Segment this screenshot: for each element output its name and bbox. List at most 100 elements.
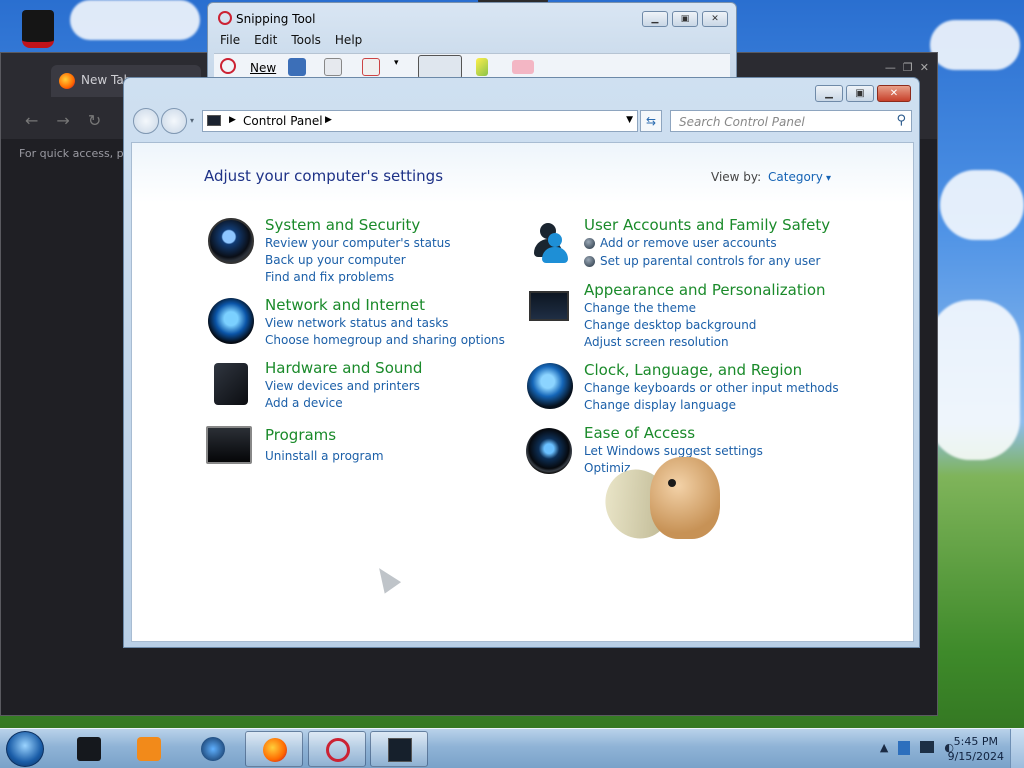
- start-button[interactable]: [6, 731, 44, 767]
- copy-icon[interactable]: [324, 58, 342, 76]
- save-icon[interactable]: [288, 58, 306, 76]
- view-by-dropdown[interactable]: Category: [768, 170, 831, 184]
- category-title[interactable]: Hardware and Sound: [265, 359, 422, 378]
- category-link[interactable]: Add a device: [265, 395, 422, 412]
- breadcrumb-control-panel[interactable]: Control Panel: [243, 114, 323, 128]
- recent-pages-dropdown[interactable]: ▾: [190, 116, 194, 125]
- taskbar-firefox[interactable]: [245, 731, 303, 767]
- clock-globe-icon[interactable]: [527, 363, 573, 409]
- firefox-icon: [263, 738, 287, 762]
- hamster-desktop-pet[interactable]: [594, 455, 724, 550]
- show-desktop-button[interactable]: [1010, 729, 1024, 768]
- hardware-sound-icon[interactable]: [214, 363, 248, 405]
- recycle-bin-icon[interactable]: [18, 6, 58, 52]
- search-input[interactable]: Search Control Panel ⚲: [670, 110, 912, 132]
- category-link[interactable]: Change display language: [584, 397, 839, 414]
- eraser-icon[interactable]: [512, 60, 534, 74]
- forward-button[interactable]: [161, 108, 187, 134]
- breadcrumb-chevron-icon[interactable]: ▶: [325, 115, 332, 125]
- category-system-security: System and Security Review your computer…: [265, 216, 451, 286]
- category-link[interactable]: Change the theme: [584, 300, 826, 317]
- search-placeholder: Search Control Panel: [679, 115, 805, 129]
- programs-icon[interactable]: [206, 426, 252, 464]
- minimize-button[interactable]: ▁: [642, 11, 668, 27]
- back-button[interactable]: [133, 108, 159, 134]
- menu-edit[interactable]: Edit: [254, 33, 277, 51]
- category-link[interactable]: View devices and printers: [265, 378, 422, 395]
- taskbar-control-panel[interactable]: [370, 731, 428, 767]
- refresh-button[interactable]: ⇆: [640, 110, 662, 132]
- category-title[interactable]: System and Security: [265, 216, 451, 235]
- menu-tools[interactable]: Tools: [291, 33, 321, 51]
- category-title[interactable]: User Accounts and Family Safety: [584, 216, 830, 235]
- chevron-down-icon[interactable]: ▾: [394, 58, 412, 76]
- category-link[interactable]: Set up parental controls for any user: [584, 253, 830, 270]
- scissors-icon[interactable]: [220, 58, 236, 74]
- control-panel-content: Adjust your computer's settings View by:…: [131, 142, 914, 642]
- category-link[interactable]: Back up your computer: [265, 252, 451, 269]
- page-title: Adjust your computer's settings: [204, 167, 444, 185]
- category-title[interactable]: Network and Internet: [265, 296, 505, 315]
- globe-icon: [201, 737, 225, 761]
- category-link[interactable]: Change desktop background: [584, 317, 826, 334]
- system-security-icon[interactable]: [208, 218, 254, 264]
- maximize-button[interactable]: ▣: [846, 85, 874, 102]
- category-link[interactable]: Find and fix problems: [265, 269, 451, 286]
- pen-icon[interactable]: [418, 55, 462, 79]
- category-link[interactable]: Add or remove user accounts: [584, 235, 830, 252]
- category-link[interactable]: View network status and tasks: [265, 315, 505, 332]
- view-by-label: View by:: [711, 170, 762, 184]
- maximize-button[interactable]: ▣: [672, 11, 698, 27]
- taskbar-explorer[interactable]: [60, 731, 118, 767]
- chevron-up-icon[interactable]: ▲: [880, 741, 888, 755]
- hamster-eye: [668, 479, 676, 487]
- hamster-body: [650, 457, 720, 539]
- taskbar-globe-app[interactable]: [184, 731, 242, 767]
- control-panel-window: ▁ ▣ ✕ ▾ ▶ Control Panel ▶ ▼ ⇆ Search Con…: [123, 77, 920, 648]
- close-button[interactable]: ✕: [702, 11, 728, 27]
- highlighter-icon[interactable]: [476, 58, 488, 76]
- browser-window-controls[interactable]: — ❐ ✕: [885, 61, 929, 74]
- window-controls: ▁ ▣ ✕: [815, 85, 911, 102]
- chevron-down-icon[interactable]: ▼: [626, 115, 633, 125]
- category-title[interactable]: Clock, Language, and Region: [584, 361, 839, 380]
- users-icon[interactable]: [528, 219, 568, 263]
- taskbar-clock[interactable]: 5:45 PM 9/15/2024: [948, 734, 1004, 764]
- network-icon[interactable]: [920, 741, 935, 753]
- taskbar-snipping-tool[interactable]: [308, 731, 366, 767]
- folder-icon: [77, 737, 101, 761]
- send-icon[interactable]: [362, 58, 380, 76]
- category-programs: Programs Uninstall a program: [265, 426, 384, 465]
- cloud: [940, 170, 1024, 240]
- menu-help[interactable]: Help: [335, 33, 362, 51]
- action-center-icon[interactable]: [898, 741, 911, 755]
- media-player-icon: [137, 737, 161, 761]
- category-link[interactable]: Choose homegroup and sharing options: [265, 332, 505, 349]
- close-button[interactable]: ✕: [877, 85, 911, 102]
- category-title[interactable]: Ease of Access: [584, 424, 763, 443]
- firefox-icon: [59, 73, 75, 89]
- appearance-monitor-icon[interactable]: [529, 291, 569, 321]
- menu-file[interactable]: File: [220, 33, 240, 51]
- clock-time: 5:45 PM: [953, 735, 998, 748]
- taskbar-media-player[interactable]: [120, 731, 178, 767]
- category-user-accounts: User Accounts and Family Safety Add or r…: [584, 216, 830, 270]
- cloud: [930, 20, 1020, 70]
- category-link[interactable]: Review your computer's status: [265, 235, 451, 252]
- cloud: [930, 300, 1020, 460]
- search-icon[interactable]: ⚲: [896, 113, 906, 128]
- network-internet-icon[interactable]: [208, 298, 254, 344]
- breadcrumb-chevron-icon[interactable]: ▶: [229, 115, 236, 125]
- new-snip-button[interactable]: New: [250, 61, 276, 75]
- category-link[interactable]: Change keyboards or other input methods: [584, 380, 839, 397]
- address-bar[interactable]: ▶ Control Panel ▶ ▼: [202, 110, 638, 132]
- category-link[interactable]: Uninstall a program: [265, 448, 384, 465]
- category-link[interactable]: Adjust screen resolution: [584, 334, 826, 351]
- minimize-button[interactable]: ▁: [815, 85, 843, 102]
- category-title[interactable]: Programs: [265, 426, 384, 445]
- category-hardware-sound: Hardware and Sound View devices and prin…: [265, 359, 422, 412]
- scissors-icon: [218, 11, 232, 25]
- category-title[interactable]: Appearance and Personalization: [584, 281, 826, 300]
- snipping-tool-title: Snipping Tool: [236, 12, 316, 26]
- ease-of-access-icon[interactable]: [526, 428, 572, 474]
